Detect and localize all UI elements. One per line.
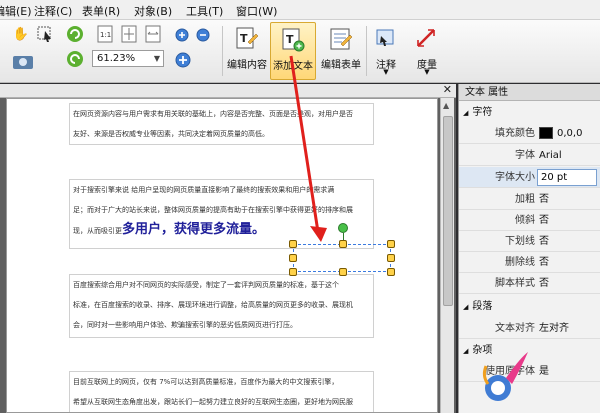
prop-key: 脚本样式 [495, 278, 535, 289]
prop-key: 字体 [515, 150, 535, 161]
prop-value: 否 [539, 236, 549, 247]
collapse-icon: ◢ [463, 303, 469, 311]
prop-fill-color[interactable]: 填充颜色 0,0,0 [459, 123, 600, 144]
prop-font[interactable]: 字体 Arial [459, 145, 600, 166]
prop-key: 下划线 [505, 236, 535, 247]
section-label: 字符 [472, 107, 493, 118]
prop-script-style[interactable]: 脚本样式 否 [459, 273, 600, 294]
scroll-up-icon[interactable]: ▲ [443, 101, 449, 110]
prop-font-size[interactable]: 字体大小 20 pt [459, 167, 600, 188]
collapse-icon: ◢ [463, 109, 469, 117]
prop-text-align[interactable]: 文本对齐 左对齐 [459, 318, 600, 339]
prop-value: 否 [539, 278, 549, 289]
collapse-icon: ◢ [463, 347, 469, 355]
prop-key: 字体大小 [495, 172, 535, 183]
watermark-logo-icon [482, 352, 528, 401]
prop-value: 否 [539, 257, 549, 268]
section-paragraph[interactable]: ◢ 段落 [459, 298, 600, 315]
prop-underline[interactable]: 下划线 否 [459, 231, 600, 252]
section-character[interactable]: ◢ 字符 [459, 104, 600, 121]
font-size-input[interactable]: 20 pt [537, 169, 597, 186]
prop-key: 倾斜 [515, 215, 535, 226]
prop-value: 0,0,0 [557, 128, 583, 139]
vertical-scrollbar[interactable]: ▲ [440, 98, 454, 413]
prop-value: 否 [539, 215, 549, 226]
prop-value: Arial [539, 150, 562, 161]
properties-title: 文本 属性 [459, 84, 600, 101]
section-label: 段落 [472, 301, 493, 312]
prop-key: 文本对齐 [495, 323, 535, 334]
prop-strikethrough[interactable]: 删除线 否 [459, 252, 600, 273]
prop-key: 加粗 [515, 194, 535, 205]
prop-key: 删除线 [505, 257, 535, 268]
prop-value: 左对齐 [539, 323, 569, 334]
prop-bold[interactable]: 加粗 否 [459, 189, 600, 210]
scrollbar-thumb[interactable] [443, 116, 453, 306]
color-swatch[interactable] [539, 127, 553, 139]
prop-italic[interactable]: 倾斜 否 [459, 210, 600, 231]
prop-key: 填充颜色 [495, 128, 535, 139]
prop-value: 否 [539, 194, 549, 205]
